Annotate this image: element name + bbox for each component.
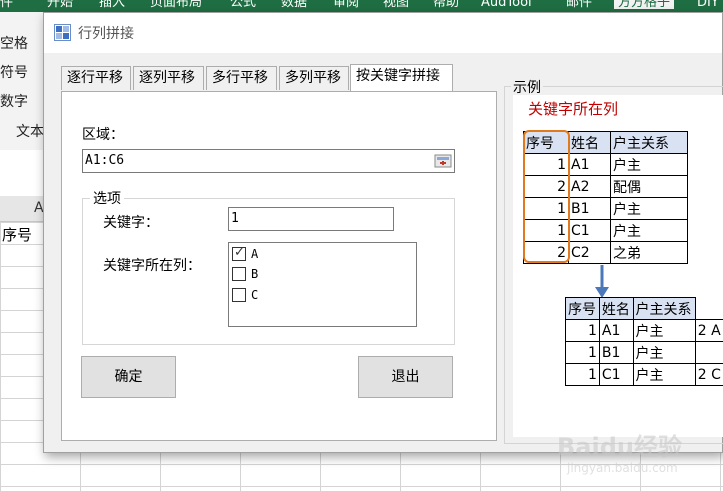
keyword-column-caption: 关键字所在列 bbox=[528, 100, 619, 118]
ribbon-tab[interactable]: 方方格子 bbox=[614, 0, 675, 9]
ribbon-tab[interactable]: DIY bbox=[697, 0, 719, 9]
options-legend: 选项 bbox=[90, 188, 124, 208]
checkbox-label: B bbox=[251, 267, 259, 281]
baidu-watermark: Baidu经验 jingyan.baidu.com bbox=[557, 427, 723, 487]
ribbon-tab[interactable]: 公式 bbox=[230, 0, 256, 9]
range-label: 区域： bbox=[82, 127, 124, 143]
ribbon-tab[interactable]: 数据 bbox=[281, 0, 307, 9]
header-cell: 姓名 bbox=[598, 297, 634, 320]
range-value: A1:C6 bbox=[85, 153, 125, 168]
keyword-column-label: 关键字所在列： bbox=[103, 258, 201, 274]
tab-row-shift[interactable]: 逐行平移 bbox=[61, 66, 131, 90]
excel-left-label: 符号 bbox=[0, 65, 28, 81]
ok-button[interactable]: 确定 bbox=[81, 356, 176, 398]
table-cell: A1 bbox=[568, 153, 611, 176]
excel-cell-a1[interactable]: 序号 bbox=[2, 224, 32, 245]
table-cell: 1 bbox=[565, 363, 600, 386]
table-cell: 2 C bbox=[694, 363, 723, 386]
table-row: 1 A1 户主 2 A bbox=[565, 319, 723, 342]
table-row: 1 B1 户主 bbox=[565, 341, 723, 364]
tab-col-shift[interactable]: 逐列平移 bbox=[133, 66, 204, 90]
ribbon-tab[interactable]: AudTool bbox=[481, 0, 532, 9]
table-cell: 配偶 bbox=[610, 175, 688, 198]
table-cell: 之弟 bbox=[610, 241, 688, 264]
example-image: 关键字所在列 序号 姓名 户主关系 1 A1 户主 2 A2 配偶 1 B1 户主 1 C1 户… bbox=[513, 95, 723, 437]
header-cell: 姓名 bbox=[568, 131, 611, 154]
excel-ribbon: 件 开始 插入 页面布局 公式 数据 审阅 视图 帮助 AudTool 邮件 方方格子 DIY bbox=[0, 0, 723, 12]
table-cell: 户主 bbox=[632, 363, 696, 386]
table-cell: 1 bbox=[565, 341, 600, 364]
header-cell: 序号 bbox=[565, 297, 600, 320]
table-cell: 户主 bbox=[632, 341, 696, 364]
table-cell: 2 A bbox=[694, 319, 723, 342]
table-cell: C2 bbox=[568, 241, 611, 264]
checkbox-label: A bbox=[251, 247, 259, 261]
ribbon-tab[interactable]: 件 bbox=[0, 0, 13, 9]
ribbon-tab[interactable]: 邮件 bbox=[566, 0, 592, 9]
table-cell: B1 bbox=[598, 341, 634, 364]
keyword-label: 关键字： bbox=[103, 215, 159, 231]
example-title: 示例 bbox=[511, 77, 543, 97]
table-row: 1 C1 户主 2 C bbox=[565, 363, 723, 386]
table-cell: 户主 bbox=[632, 319, 696, 342]
ribbon-tab[interactable]: 审阅 bbox=[333, 0, 359, 9]
tab-keyword-splice[interactable]: 按关键字拼接 bbox=[350, 64, 453, 91]
ribbon-tab[interactable]: 开始 bbox=[47, 0, 73, 9]
checkbox-box bbox=[232, 267, 246, 281]
checkbox-box bbox=[232, 288, 246, 302]
ribbon-tab[interactable]: 帮助 bbox=[433, 0, 459, 9]
table-cell bbox=[694, 341, 723, 364]
tab-multirow-shift[interactable]: 多行平移 bbox=[206, 66, 277, 90]
tab-multicol-shift[interactable]: 多列平移 bbox=[279, 66, 349, 90]
excel-left-label: 空格 bbox=[0, 36, 28, 52]
ribbon-tab[interactable]: 视图 bbox=[383, 0, 409, 9]
table-cell: 户主 bbox=[610, 197, 688, 220]
ribbon-tab[interactable]: 页面布局 bbox=[150, 0, 202, 9]
table-cell: A2 bbox=[568, 175, 611, 198]
range-select-icon[interactable] bbox=[434, 152, 452, 170]
dialog-titlebar[interactable]: 行列拼接 bbox=[44, 13, 722, 53]
header-cell: 户主关系 bbox=[632, 297, 696, 320]
table-cell: 1 bbox=[565, 319, 600, 342]
splice-dialog: 行列拼接 逐行平移 逐列平移 多行平移 多列平移 按关键字拼接 区域： A1:C… bbox=[43, 12, 723, 453]
table-cell: B1 bbox=[568, 197, 611, 220]
table-cell: C1 bbox=[568, 219, 611, 242]
keyword-splice-panel: 区域： A1:C6 选项 关键字： 1 关键字所在列： ✓ A B C 确定 退… bbox=[61, 91, 497, 441]
excel-left-label: 文本 bbox=[16, 124, 44, 140]
header-cell: 户主关系 bbox=[610, 131, 688, 154]
keyword-column-list: ✓ A B C bbox=[228, 242, 417, 327]
watermark-url: jingyan.baidu.com bbox=[567, 461, 678, 475]
excel-left-label: 数字 bbox=[0, 94, 28, 110]
keyword-input[interactable]: 1 bbox=[228, 207, 394, 231]
range-input[interactable]: A1:C6 bbox=[82, 149, 455, 173]
checkbox-label: C bbox=[251, 288, 259, 302]
check-icon: ✓ bbox=[234, 245, 245, 260]
example-after-table: 序号 姓名 户主关系 1 A1 户主 2 A 1 B1 户主 1 C1 户主 2 C bbox=[565, 297, 723, 386]
table-cell: 户主 bbox=[610, 219, 688, 242]
exit-button[interactable]: 退出 bbox=[358, 356, 453, 398]
arrow-down-icon bbox=[595, 265, 609, 298]
table-cell: C1 bbox=[598, 363, 634, 386]
table-cell: A1 bbox=[598, 319, 634, 342]
table-cell: 户主 bbox=[610, 153, 688, 176]
app-icon bbox=[54, 24, 71, 41]
dialog-title: 行列拼接 bbox=[78, 26, 134, 42]
watermark-logo: Baidu经验 bbox=[557, 433, 682, 461]
keyword-column-highlight bbox=[523, 130, 570, 263]
checkbox-box: ✓ bbox=[232, 245, 246, 261]
ribbon-tab[interactable]: 插入 bbox=[99, 0, 125, 9]
